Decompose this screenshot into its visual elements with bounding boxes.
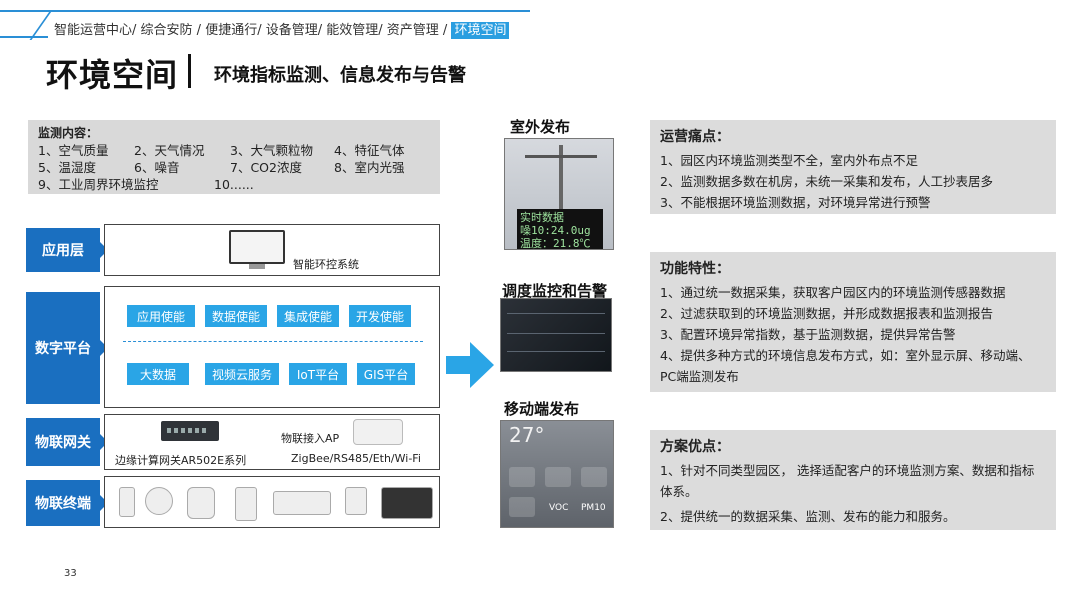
outdoor-led-screen: 实时数据 噪10:24.0ug 温度：21.8℃ <box>517 209 603 250</box>
terminal-frame <box>104 476 440 528</box>
mobile-tile <box>545 467 571 487</box>
monitor-item: 10...... <box>214 177 254 192</box>
sensor-device-icon <box>235 487 257 521</box>
edge-gateway-caption: 边缘计算网关AR502E系列 <box>115 454 247 467</box>
sensor-display-icon <box>273 491 331 515</box>
gateway-frame: 边缘计算网关AR502E系列 物联接入AP ZigBee/RS485/Eth/W… <box>104 414 440 470</box>
breadcrumb: 智能运营中心/ 综合安防 / 便捷通行/ 设备管理/ 能效管理/ 资产管理 / … <box>54 19 510 39</box>
platform-button[interactable]: IoT平台 <box>289 363 347 385</box>
platform-button[interactable]: 应用使能 <box>127 305 195 327</box>
led-line: 温度：21.8℃ <box>520 237 591 250</box>
controller-device-icon <box>381 487 433 519</box>
mobile-app-image: 27° VOC PM10 <box>500 420 614 528</box>
layer-label-app: 应用层 <box>26 228 108 272</box>
monitor-item: 4、特征气体 <box>334 143 405 158</box>
panel-item: 1、园区内环境监测类型不全，室内外布点不足 <box>660 153 918 168</box>
outdoor-title: 室外发布 <box>510 118 571 136</box>
dispatch-dashboard-image <box>500 298 612 372</box>
monitor-item: 1、空气质量 <box>38 143 109 158</box>
breadcrumb-item[interactable]: 便捷通行/ <box>205 23 261 38</box>
panel-item: 2、提供统一的数据采集、监测、发布的能力和服务。 <box>660 509 956 524</box>
features-panel: 功能特性： 1、通过统一数据采集，获取客户园区内的环境监测传感器数据 2、过滤获… <box>650 252 1056 392</box>
monitor-item: 7、CO2浓度 <box>230 160 302 175</box>
desktop-monitor-icon <box>229 230 285 270</box>
led-line: 实时数据 <box>520 211 564 224</box>
monitor-item: 3、大气颗粒物 <box>230 143 313 158</box>
panel-item: 3、配置环境异常指数，基于监测数据，提供异常告警 <box>660 327 956 342</box>
mobile-title: 移动端发布 <box>504 400 580 418</box>
advantages-panel: 方案优点： 1、针对不同类型园区， 选择适配客户的环境监测方案、数据和指标体系。… <box>650 430 1056 530</box>
title-divider <box>188 54 191 88</box>
arrow-right-icon <box>446 342 494 388</box>
pain-points-panel: 运营痛点： 1、园区内环境监测类型不全，室内外布点不足 2、监测数据多数在机房，… <box>650 120 1056 214</box>
platform-button[interactable]: 大数据 <box>127 363 189 385</box>
platform-button[interactable]: GIS平台 <box>357 363 415 385</box>
platform-button[interactable]: 开发使能 <box>349 305 411 327</box>
platform-button[interactable]: 集成使能 <box>277 305 339 327</box>
access-point-icon <box>353 419 403 445</box>
app-system-caption: 智能环控系统 <box>293 258 359 271</box>
panel-heading: 功能特性： <box>660 261 730 277</box>
platform-button[interactable]: 数据使能 <box>205 305 267 327</box>
layer-label-digital: 数字平台 <box>26 292 108 404</box>
monitor-item: 6、噪音 <box>134 160 180 175</box>
monitor-item: 9、工业周界环境监控 <box>38 177 159 192</box>
mobile-label: VOC <box>549 503 569 513</box>
panel-item: 1、针对不同类型园区， 选择适配客户的环境监测方案、数据和指标体系。 <box>660 463 1035 499</box>
digital-platform-frame: 应用使能 数据使能 集成使能 开发使能 大数据 视频云服务 IoT平台 GIS平… <box>104 286 440 408</box>
layer-label-gateway: 物联网关 <box>26 418 108 466</box>
outdoor-display-image: 实时数据 噪10:24.0ug 温度：21.8℃ <box>504 138 614 250</box>
monitor-heading: 监测内容： <box>38 126 99 140</box>
mobile-tile <box>509 497 535 517</box>
breadcrumb-item[interactable]: 智能运营中心/ <box>54 23 136 38</box>
layer-label-terminal: 物联终端 <box>26 480 108 526</box>
page-title: 环境空间 <box>46 56 179 94</box>
monitor-content-box: 监测内容： 1、空气质量 2、天气情况 3、大气颗粒物 4、特征气体 5、温湿度… <box>28 120 440 194</box>
panel-item: 3、不能根据环境监测数据，对环境异常进行预警 <box>660 195 931 210</box>
mobile-tile <box>581 467 607 487</box>
monitor-row: 1、空气质量 2、天气情况 3、大气颗粒物 4、特征气体 <box>38 142 430 159</box>
monitor-item: 5、温湿度 <box>38 160 96 175</box>
panel-item: 2、监测数据多数在机房，未统一采集和发布，人工抄表居多 <box>660 174 993 189</box>
page-number: 33 <box>64 568 77 579</box>
panel-heading: 方案优点： <box>660 439 730 455</box>
mobile-tile <box>509 467 535 487</box>
sensor-device-icon <box>145 487 173 515</box>
panel-item: 2、过滤获取到的环境监测数据，并形成数据报表和监测报告 <box>660 306 993 321</box>
mobile-temperature: 27° <box>509 423 545 447</box>
monitor-item: 2、天气情况 <box>134 143 205 158</box>
breadcrumb-item-active[interactable]: 环境空间 <box>451 22 510 39</box>
app-layer-frame: 智能环控系统 <box>104 224 440 276</box>
ap-caption: 物联接入AP <box>281 432 340 445</box>
sensor-device-icon <box>119 487 135 517</box>
page-subtitle: 环境指标监测、信息发布与告警 <box>214 65 466 86</box>
breadcrumb-item[interactable]: 设备管理/ <box>266 23 322 38</box>
panel-item: 1、通过统一数据采集，获取客户园区内的环境监测传感器数据 <box>660 285 1006 300</box>
platform-button[interactable]: 视频云服务 <box>205 363 279 385</box>
breadcrumb-item[interactable]: 综合安防 / <box>141 23 202 38</box>
dashed-divider <box>123 341 423 342</box>
monitor-row: 9、工业周界环境监控 10...... <box>38 176 430 193</box>
sensor-device-icon <box>187 487 215 519</box>
edge-gateway-icon <box>161 421 219 441</box>
breadcrumb-item[interactable]: 资产管理 / <box>387 23 448 38</box>
breadcrumb-item[interactable]: 能效管理/ <box>326 23 382 38</box>
protocol-caption: ZigBee/RS485/Eth/Wi-Fi <box>291 452 421 465</box>
led-line: 噪10:24.0ug <box>520 224 591 237</box>
panel-item: 4、提供多种方式的环境信息发布方式，如：室外显示屏、移动端、PC端监测发布 <box>660 348 1031 384</box>
breadcrumb-decoration <box>0 36 48 38</box>
monitor-row: 5、温湿度 6、噪音 7、CO2浓度 8、室内光强 <box>38 159 430 176</box>
meter-device-icon <box>345 487 367 515</box>
mobile-label: PM10 <box>581 503 606 513</box>
monitor-item: 8、室内光强 <box>334 160 405 175</box>
breadcrumb-underline <box>0 10 530 12</box>
panel-heading: 运营痛点： <box>660 129 730 145</box>
